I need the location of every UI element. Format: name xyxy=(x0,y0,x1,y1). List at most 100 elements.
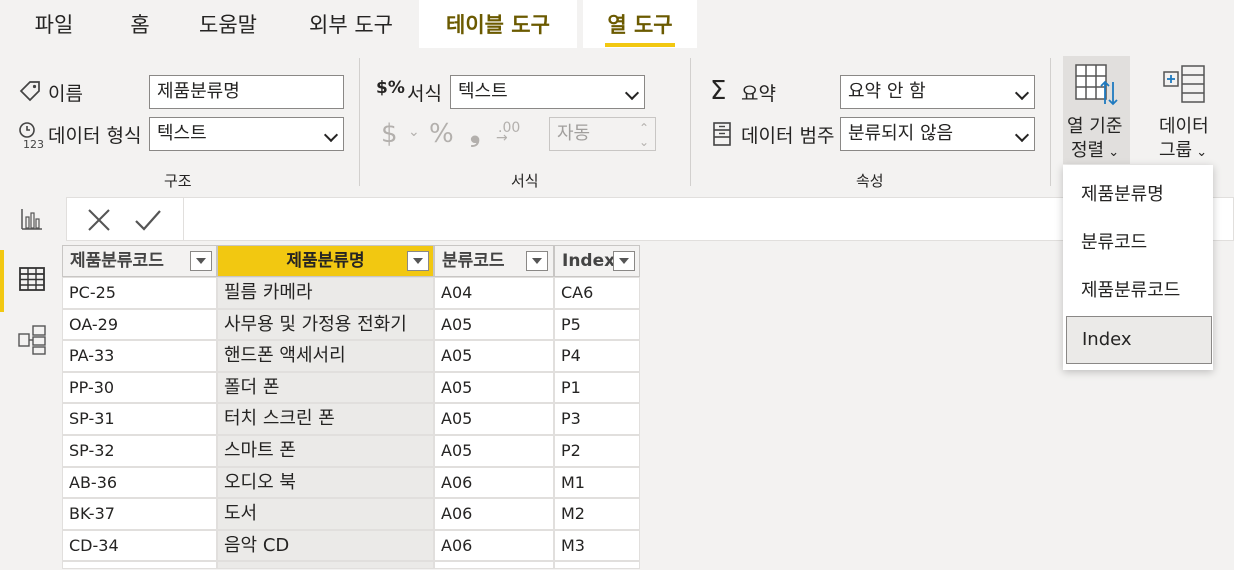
cell-category-code[interactable]: A04 xyxy=(434,277,554,309)
data-category-select[interactable]: 분류되지 않음 xyxy=(840,117,1035,151)
cell-category-code[interactable]: A06 xyxy=(434,529,554,562)
table-row-partial[interactable] xyxy=(217,561,434,570)
tab-external-tools[interactable]: 외부 도구 xyxy=(292,0,410,48)
summary-select[interactable]: 요약 안 함 xyxy=(840,75,1035,109)
cell-index[interactable]: P5 xyxy=(554,308,640,341)
cell-product-category-code[interactable]: PA-33 xyxy=(62,340,217,372)
cell-category-code[interactable]: A06 xyxy=(434,498,554,530)
column-header-category-code[interactable]: 분류코드 xyxy=(434,245,554,277)
cell-product-category-name[interactable]: 오디오 북 xyxy=(217,466,434,499)
model-view-icon[interactable] xyxy=(18,325,46,359)
cell-product-category-name[interactable]: 사무용 및 가정용 전화기 xyxy=(217,308,434,341)
cell-index[interactable]: P4 xyxy=(554,340,640,372)
format-value: 텍스트 xyxy=(458,81,508,102)
comma-icon: ❟ xyxy=(470,118,481,148)
cell-index[interactable]: M3 xyxy=(554,529,640,562)
cell-index[interactable]: M2 xyxy=(554,498,640,530)
cell-index[interactable]: P3 xyxy=(554,403,640,435)
sort-option-index[interactable]: Index xyxy=(1066,316,1212,364)
decimal-places-stepper[interactable]: 자동 ⌃ ⌄ xyxy=(549,117,656,151)
tab-home[interactable]: 홈 xyxy=(110,0,170,48)
cell-product-category-code[interactable]: SP-32 xyxy=(62,435,217,467)
data-groups-button[interactable]: 데이터 그룹 ⌄ xyxy=(1150,56,1220,164)
table-row-partial[interactable] xyxy=(62,561,217,570)
sigma-icon: Σ xyxy=(710,76,727,106)
column-header-label: 제품분류코드 xyxy=(70,251,164,271)
name-input[interactable]: 제품분류명 xyxy=(149,75,344,109)
cell-product-category-code[interactable]: SP-31 xyxy=(62,403,217,435)
cell-product-category-code[interactable]: BK-37 xyxy=(62,498,217,530)
currency-chevron-icon: ⌄ xyxy=(408,124,420,140)
active-view-indicator xyxy=(0,250,4,312)
tab-table-tools[interactable]: 테이블 도구 xyxy=(419,0,577,48)
name-label: 이름 xyxy=(48,83,83,105)
column-header-label: 제품분류명 xyxy=(286,251,365,271)
cell-category-code[interactable]: A05 xyxy=(434,403,554,435)
cell-product-category-name[interactable]: 터치 스크린 폰 xyxy=(217,403,434,435)
tab-column-tools[interactable]: 열 도구 xyxy=(583,0,697,48)
sort-by-column-label-text: 정렬 xyxy=(1071,140,1105,161)
cell-product-category-code[interactable]: PC-25 xyxy=(62,277,217,309)
data-type-select[interactable]: 텍스트 xyxy=(149,117,344,151)
tab-help[interactable]: 도움말 xyxy=(180,0,276,48)
data-view-icon[interactable] xyxy=(19,267,45,295)
sort-by-column-dropdown: 제품분류명 분류코드 제품분류코드 Index xyxy=(1063,165,1213,370)
summary-label: 요약 xyxy=(741,83,776,105)
cell-category-code[interactable]: A05 xyxy=(434,435,554,467)
sort-by-column-button[interactable]: 열 기준 정렬 ⌄ xyxy=(1063,56,1130,164)
column-header-product-category-code[interactable]: 제품분류코드 xyxy=(62,245,217,277)
cell-product-category-name[interactable]: 핸드폰 액세서리 xyxy=(217,340,434,372)
column-header-index[interactable]: Index xyxy=(554,245,640,277)
filter-dropdown-icon[interactable] xyxy=(407,251,429,271)
data-category-icon xyxy=(712,121,732,151)
data-groups-label-text: 그룹 xyxy=(1159,140,1193,161)
tab-column-tools-label: 열 도구 xyxy=(607,13,673,37)
data-type-label: 데이터 형식 xyxy=(48,125,142,147)
column-header-label: Index xyxy=(562,251,616,271)
cell-category-code[interactable]: A05 xyxy=(434,340,554,372)
filter-dropdown-icon[interactable] xyxy=(613,251,635,271)
properties-group-label: 속성 xyxy=(856,172,884,190)
data-groups-label-1: 데이터 xyxy=(1159,116,1209,137)
table-row-partial[interactable] xyxy=(434,561,554,570)
cell-product-category-name[interactable]: 필름 카메라 xyxy=(217,277,434,309)
decimals-arrow-icon: → xyxy=(496,130,508,146)
cell-category-code[interactable]: A05 xyxy=(434,371,554,404)
tab-home-label: 홈 xyxy=(130,13,150,37)
cell-category-code[interactable]: A05 xyxy=(434,308,554,341)
cell-index[interactable]: M1 xyxy=(554,466,640,499)
cell-product-category-name[interactable]: 폴더 폰 xyxy=(217,371,434,404)
chevron-down-icon: ⌄ xyxy=(1192,145,1208,160)
cell-product-category-code[interactable]: CD-34 xyxy=(62,529,217,562)
cell-product-category-name[interactable]: 음악 CD xyxy=(217,529,434,562)
format-select[interactable]: 텍스트 xyxy=(450,75,645,109)
cell-index[interactable]: CA6 xyxy=(554,277,640,309)
cell-product-category-name[interactable]: 도서 xyxy=(217,498,434,530)
sort-option-product-category-name[interactable]: 제품분류명 xyxy=(1063,171,1213,219)
summary-value: 요약 안 함 xyxy=(848,81,926,102)
filter-dropdown-icon[interactable] xyxy=(190,251,212,271)
commit-formula-icon[interactable] xyxy=(133,206,163,238)
column-header-product-category-name[interactable]: 제품분류명 xyxy=(217,245,434,277)
cell-category-code[interactable]: A06 xyxy=(434,466,554,499)
sort-option-product-category-code[interactable]: 제품분류코드 xyxy=(1063,267,1213,315)
filter-dropdown-icon[interactable] xyxy=(526,251,548,271)
cell-product-category-code[interactable]: AB-36 xyxy=(62,466,217,499)
cell-product-category-code[interactable]: PP-30 xyxy=(62,371,217,404)
data-category-label: 데이터 범주 xyxy=(741,125,835,147)
data-type-icon: 123 xyxy=(18,121,44,153)
tab-table-tools-label: 테이블 도구 xyxy=(446,13,550,37)
report-view-icon[interactable] xyxy=(20,207,44,235)
sort-option-category-code[interactable]: 분류코드 xyxy=(1063,219,1213,267)
cell-product-category-code[interactable]: OA-29 xyxy=(62,308,217,341)
cell-index[interactable]: P2 xyxy=(554,435,640,467)
separator xyxy=(1050,58,1051,186)
table-row-partial[interactable] xyxy=(554,561,640,570)
stepper-down-icon[interactable]: ⌄ xyxy=(639,126,649,158)
cancel-formula-icon[interactable] xyxy=(85,206,113,238)
cell-index[interactable]: P1 xyxy=(554,371,640,404)
chevron-down-icon xyxy=(1014,127,1030,143)
separator xyxy=(359,58,360,186)
cell-product-category-name[interactable]: 스마트 폰 xyxy=(217,435,434,467)
tab-file[interactable]: 파일 xyxy=(14,0,94,48)
